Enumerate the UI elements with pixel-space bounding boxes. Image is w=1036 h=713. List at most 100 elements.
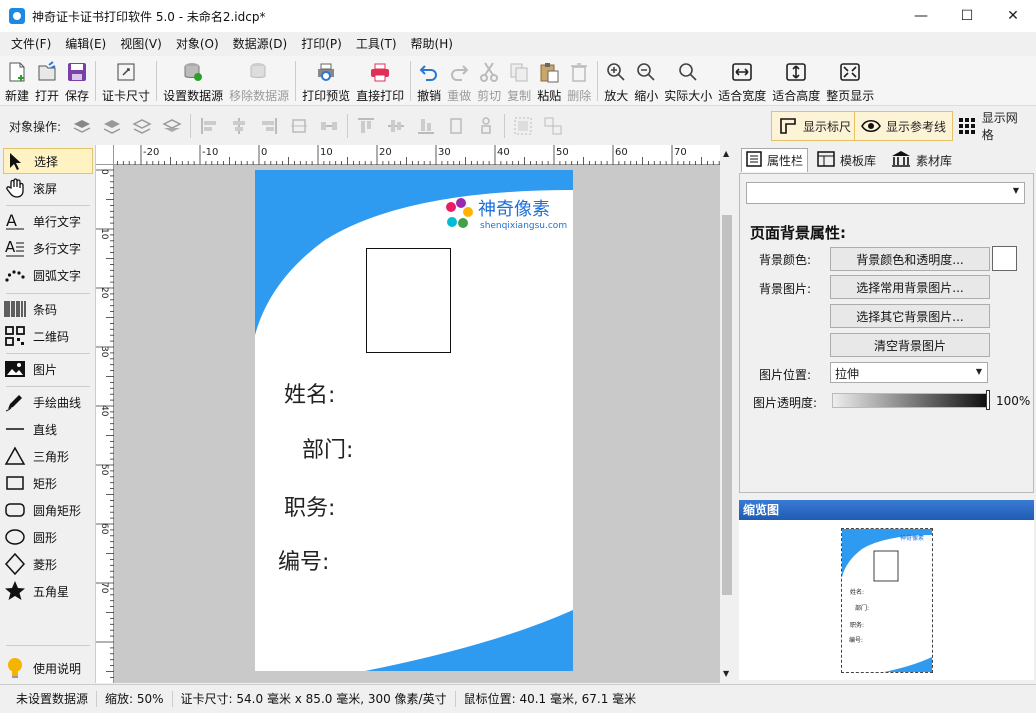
tool-barcode[interactable]: 条码 — [3, 296, 93, 322]
paste-button[interactable]: 粘贴 — [534, 56, 564, 106]
bg-color-swatch[interactable] — [992, 246, 1017, 271]
tool-arc-text[interactable]: 圆弧文字 — [3, 262, 93, 288]
remove-datasource-button[interactable]: 移除数据源 — [226, 56, 292, 106]
cut-button[interactable]: 剪切 — [474, 56, 504, 106]
common-bg-image-button[interactable]: 选择常用背景图片... — [830, 275, 990, 299]
other-bg-image-button[interactable]: 选择其它背景图片... — [830, 304, 990, 328]
field-department[interactable]: 部门: — [302, 432, 353, 464]
maximize-button[interactable]: ☐ — [944, 0, 990, 32]
delete-button[interactable]: 删除 — [564, 56, 594, 106]
set-datasource-button[interactable]: 设置数据源 — [160, 56, 226, 106]
photo-frame[interactable] — [366, 248, 451, 353]
tool-rounded-rectangle[interactable]: 圆角矩形 — [3, 497, 93, 523]
align-top-icon[interactable] — [354, 114, 378, 138]
tool-freehand[interactable]: 手绘曲线 — [3, 389, 93, 415]
field-position[interactable]: 职务: — [284, 490, 335, 522]
id-card-page[interactable]: 神奇像素 shenqixiangsu.com 姓名: 部门: 职务: 编号: — [255, 170, 573, 671]
tool-select[interactable]: 选择 — [3, 148, 93, 174]
new-button[interactable]: 新建 — [2, 56, 32, 106]
distribute-vertical-icon[interactable] — [317, 114, 341, 138]
bg-color-button[interactable]: 背景颜色和透明度... — [830, 247, 990, 271]
zoom-in-button[interactable]: 放大 — [601, 56, 631, 106]
clear-bg-image-button[interactable]: 清空背景图片 — [830, 333, 990, 357]
tab-materials[interactable]: 素材库 — [887, 148, 956, 172]
preview-thumbnail[interactable]: 神奇像素 姓名: 部门: 职务: 编号: — [841, 528, 933, 673]
tool-single-line-text[interactable]: A 单行文字 — [3, 208, 93, 234]
distribute-horizontal-icon[interactable] — [287, 114, 311, 138]
show-grid-toggle[interactable]: 显示网格 — [950, 111, 1036, 142]
logo-name: 神奇像素 — [478, 199, 550, 220]
menu-tools[interactable]: 工具(T) — [349, 32, 404, 56]
group-icon[interactable] — [511, 114, 535, 138]
help-guide-button[interactable]: 使用说明 — [3, 655, 93, 681]
multi-line-text-icon: A — [3, 237, 27, 259]
design-canvas[interactable]: -20 -10 0 10 20 30 40 50 60 70 0 10 20 30 40 50 60 70 神奇… — [96, 145, 734, 683]
field-name[interactable]: 姓名: — [284, 377, 335, 409]
tool-qrcode[interactable]: 二维码 — [3, 323, 93, 349]
ungroup-icon[interactable] — [541, 114, 565, 138]
send-backward-icon[interactable] — [130, 114, 154, 138]
tool-star[interactable]: 五角星 — [3, 578, 93, 604]
field-number[interactable]: 编号: — [278, 544, 329, 576]
status-datasource: 未设置数据源 — [0, 691, 98, 707]
align-left-icon[interactable] — [197, 114, 221, 138]
print-preview-button[interactable]: 打印预览 — [299, 56, 353, 106]
scroll-up-icon[interactable]: ▲ — [723, 149, 729, 158]
actual-size-icon — [676, 60, 700, 84]
menu-datasource[interactable]: 数据源(D) — [226, 32, 295, 56]
tool-rectangle[interactable]: 矩形 — [3, 470, 93, 496]
tool-diamond[interactable]: 菱形 — [3, 551, 93, 577]
minimize-button[interactable]: — — [898, 0, 944, 32]
save-button[interactable]: 保存 — [62, 56, 92, 106]
same-width-icon[interactable] — [444, 114, 468, 138]
image-alpha-slider[interactable] — [832, 393, 987, 408]
vertical-scrollbar[interactable]: ▲ ▼ — [720, 145, 734, 683]
bring-to-front-icon[interactable] — [70, 114, 94, 138]
tool-triangle[interactable]: 三角形 — [3, 443, 93, 469]
send-to-back-icon[interactable] — [160, 114, 184, 138]
card-size-button[interactable]: 证卡尺寸 — [99, 56, 153, 106]
align-right-icon[interactable] — [257, 114, 281, 138]
same-height-icon[interactable] — [474, 114, 498, 138]
tool-scroll[interactable]: 滚屏 — [3, 175, 93, 201]
redo-button[interactable]: 重做 — [444, 56, 474, 106]
close-button[interactable]: ✕ — [990, 0, 1036, 32]
fit-width-button[interactable]: 适合宽度 — [715, 56, 769, 106]
preview-field-number: 编号: — [849, 637, 864, 644]
menu-view[interactable]: 视图(V) — [113, 32, 169, 56]
bring-forward-icon[interactable] — [100, 114, 124, 138]
menu-object[interactable]: 对象(O) — [169, 32, 226, 56]
tool-line[interactable]: 直线 — [3, 416, 93, 442]
actual-size-button[interactable]: 实际大小 — [661, 56, 715, 106]
tool-separator — [6, 645, 90, 646]
menu-file[interactable]: 文件(F) — [4, 32, 58, 56]
tab-properties[interactable]: 属性栏 — [741, 148, 809, 172]
tool-image[interactable]: 图片 — [3, 356, 93, 382]
fit-height-button[interactable]: 适合高度 — [769, 56, 823, 106]
tool-multi-line-text[interactable]: A 多行文字 — [3, 235, 93, 261]
image-position-select[interactable]: 拉伸 ▼ — [830, 362, 988, 383]
object-selector[interactable]: ▼ — [746, 182, 1025, 204]
database-remove-icon — [247, 60, 271, 84]
toolbar-separator — [597, 61, 599, 101]
menu-edit[interactable]: 编辑(E) — [58, 32, 113, 56]
copy-button[interactable]: 复制 — [504, 56, 534, 106]
open-button[interactable]: 打开 — [32, 56, 62, 106]
align-center-icon[interactable] — [227, 114, 251, 138]
zoom-out-button[interactable]: 缩小 — [631, 56, 661, 106]
tool-circle[interactable]: 圆形 — [3, 524, 93, 550]
direct-print-button[interactable]: 直接打印 — [353, 56, 407, 106]
scrollbar-thumb[interactable] — [722, 215, 732, 595]
fit-page-button[interactable]: 整页显示 — [823, 56, 877, 106]
image-alpha-slider-thumb[interactable] — [986, 390, 990, 410]
tab-templates[interactable]: 模板库 — [813, 148, 880, 172]
section-title: 页面背景属性: — [750, 224, 846, 242]
menu-print[interactable]: 打印(P) — [294, 32, 349, 56]
scroll-down-icon[interactable]: ▼ — [723, 669, 729, 678]
menu-help[interactable]: 帮助(H) — [404, 32, 460, 56]
align-bottom-icon[interactable] — [414, 114, 438, 138]
show-guides-toggle[interactable]: 显示参考线 — [854, 111, 954, 141]
undo-button[interactable]: 撤销 — [414, 56, 444, 106]
align-middle-icon[interactable] — [384, 114, 408, 138]
show-ruler-toggle[interactable]: 显示标尺 — [771, 111, 859, 141]
